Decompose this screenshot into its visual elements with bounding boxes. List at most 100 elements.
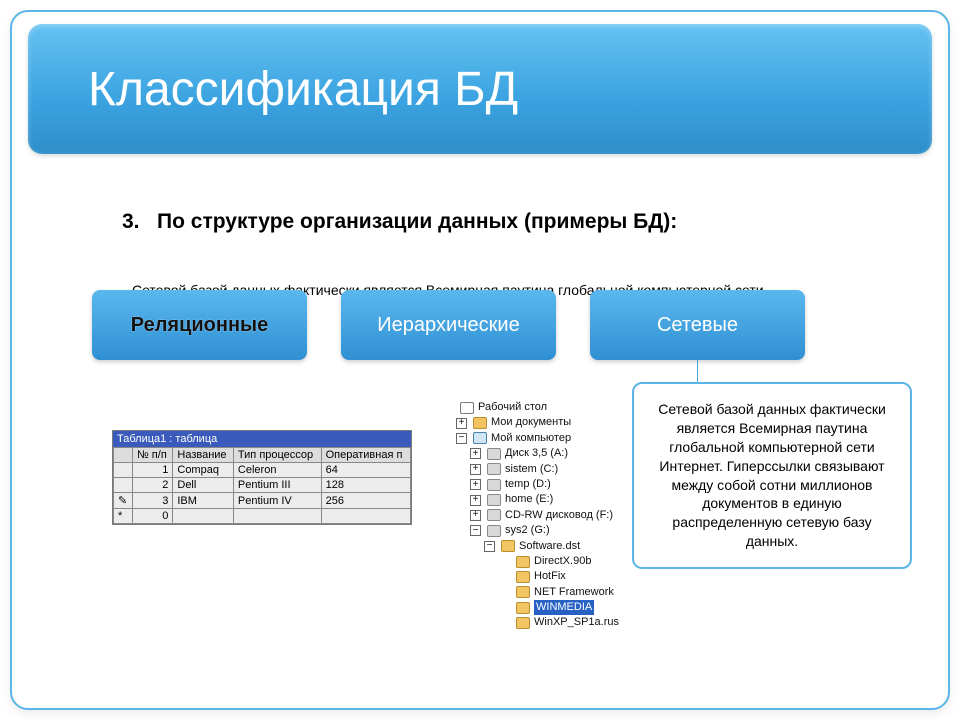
tree-item[interactable]: + sistem (C:) <box>442 462 619 477</box>
comp-icon <box>473 432 487 444</box>
col-proc: Тип процессор <box>233 448 321 463</box>
tree-item-label: sys2 (G:) <box>505 523 550 538</box>
table-footer-row: * 0 <box>114 509 411 524</box>
tree-item[interactable]: + temp (D:) <box>442 477 619 492</box>
table-cell: Dell <box>173 478 234 493</box>
table-cell: 3 <box>132 493 172 509</box>
row-marker <box>114 463 133 478</box>
relational-table: № п/п Название Тип процессор Оперативная… <box>113 447 411 524</box>
tree-item[interactable]: NET Framework <box>442 585 619 600</box>
table-row: 1CompaqCeleron64 <box>114 463 411 478</box>
folder-icon <box>516 602 530 614</box>
pill-hierarchical: Иерархические <box>341 290 556 360</box>
collapse-icon[interactable]: − <box>484 541 495 552</box>
footer-zero: 0 <box>132 509 172 524</box>
expand-icon[interactable]: + <box>470 510 481 521</box>
table-row: 2DellPentium III128 <box>114 478 411 493</box>
table-titlebar: Таблица1 : таблица <box>113 431 411 447</box>
expand-icon[interactable]: + <box>470 448 481 459</box>
tree-item[interactable]: − Мой компьютер <box>442 431 619 446</box>
tree-item-label: Мои документы <box>491 415 571 430</box>
col-name: Название <box>173 448 234 463</box>
table-cell: Celeron <box>233 463 321 478</box>
row-marker: ✎ <box>114 493 133 509</box>
network-connector <box>697 360 698 382</box>
tree-item-label: Диск 3,5 (A:) <box>505 446 568 461</box>
tree-item[interactable]: WINMEDIA <box>442 600 619 615</box>
pill-network-label: Сетевые <box>657 314 738 336</box>
tree-item[interactable]: HotFix <box>442 569 619 584</box>
tree-item[interactable]: − sys2 (G:) <box>442 523 619 538</box>
table-header-row: № п/п Название Тип процессор Оперативная… <box>114 448 411 463</box>
tree-item-label: NET Framework <box>534 585 614 600</box>
category-row: Реляционные Иерархические Сетевые <box>92 290 805 360</box>
folder-icon <box>501 540 515 552</box>
pill-relational-label: Реляционные <box>131 314 269 336</box>
tree-item-label: Мой компьютер <box>491 431 571 446</box>
expand-icon[interactable]: + <box>470 479 481 490</box>
folder-icon <box>516 556 530 568</box>
tree-item-label: Рабочий стол <box>478 400 547 415</box>
collapse-icon[interactable]: − <box>456 433 467 444</box>
expand-icon[interactable]: + <box>456 418 467 429</box>
folder-icon <box>516 617 530 629</box>
tree-item-label: WINMEDIA <box>534 600 594 615</box>
expand-icon[interactable]: + <box>470 495 481 506</box>
folder-icon <box>473 417 487 429</box>
title-band: Классификация БД <box>28 24 932 154</box>
slide-title: Классификация БД <box>88 62 518 117</box>
slide-frame: Классификация БД 3. По структуре организ… <box>10 10 950 710</box>
subheading-number: 3. <box>122 210 140 233</box>
collapse-icon[interactable]: − <box>470 525 481 536</box>
table-cell: Pentium IV <box>233 493 321 509</box>
col-num: № п/п <box>132 448 172 463</box>
tree-item[interactable]: − Software.dst <box>442 539 619 554</box>
table-row: ✎3IBMPentium IV256 <box>114 493 411 509</box>
table-cell: Pentium III <box>233 478 321 493</box>
tree-item[interactable]: + Диск 3,5 (A:) <box>442 446 619 461</box>
table-cell: 1 <box>132 463 172 478</box>
drive-icon <box>487 494 501 506</box>
tree-item[interactable]: + home (E:) <box>442 492 619 507</box>
tree-item-label: WinXP_SP1a.rus <box>534 615 619 630</box>
row-marker <box>114 478 133 493</box>
relational-example: Таблица1 : таблица № п/п Название Тип пр… <box>112 430 412 525</box>
table-cell: IBM <box>173 493 234 509</box>
tree-item-label: DirectX.90b <box>534 554 591 569</box>
subheading: 3. По структуре организации данных (прим… <box>122 210 677 234</box>
tree-item[interactable]: DirectX.90b <box>442 554 619 569</box>
subheading-text: По структуре организации данных (примеры… <box>157 210 677 233</box>
tree-item-label: home (E:) <box>505 492 553 507</box>
footer-blank: * <box>114 509 133 524</box>
table-cell: 256 <box>321 493 410 509</box>
tree-item[interactable]: + Мои документы <box>442 415 619 430</box>
tree-item-label: Software.dst <box>519 539 580 554</box>
tree-item-label: temp (D:) <box>505 477 551 492</box>
table-cell: 2 <box>132 478 172 493</box>
pill-hierarchical-label: Иерархические <box>377 314 519 336</box>
tree-item[interactable]: WinXP_SP1a.rus <box>442 615 619 630</box>
drive-icon <box>487 525 501 537</box>
col-blank <box>114 448 133 463</box>
table-cell: 128 <box>321 478 410 493</box>
tree-item[interactable]: + CD-RW дисковод (F:) <box>442 508 619 523</box>
drive-icon <box>487 509 501 521</box>
drive-icon <box>487 463 501 475</box>
network-example-box: Сетевой базой данных фактически является… <box>632 382 912 569</box>
drive-icon <box>487 479 501 491</box>
table-cell: 64 <box>321 463 410 478</box>
tree-item-label: CD-RW дисковод (F:) <box>505 508 613 523</box>
network-example-text: Сетевой базой данных фактически является… <box>658 401 886 549</box>
tree-item-label: sistem (C:) <box>505 462 558 477</box>
table-cell: Compaq <box>173 463 234 478</box>
expand-icon[interactable]: + <box>470 464 481 475</box>
folder-icon <box>516 571 530 583</box>
tree-item-label: HotFix <box>534 569 566 584</box>
pill-relational: Реляционные <box>92 290 307 360</box>
pill-network: Сетевые <box>590 290 805 360</box>
doc-icon <box>460 402 474 414</box>
tree-item[interactable]: Рабочий стол <box>442 400 619 415</box>
folder-icon <box>516 586 530 598</box>
hierarchical-example: Рабочий стол + Мои документы − Мой компьютер… <box>442 400 619 631</box>
drive-icon <box>487 448 501 460</box>
